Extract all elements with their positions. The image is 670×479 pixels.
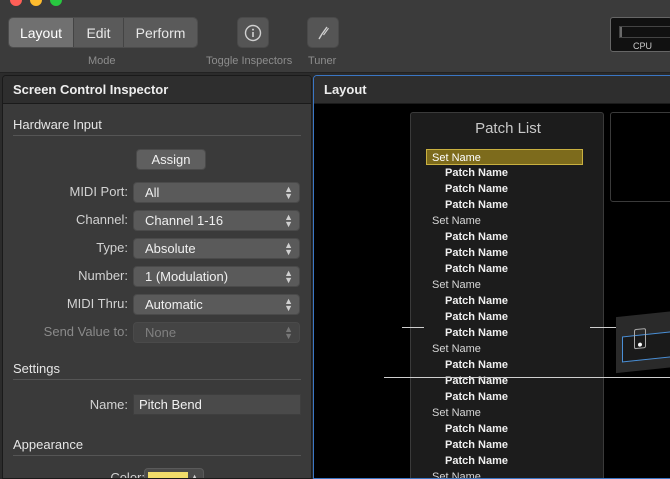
toolbar: Layout Edit Perform Mode Toggle Inspecto…: [0, 0, 670, 73]
guide-line: [384, 377, 670, 378]
patch-name-item[interactable]: Patch Name: [427, 197, 587, 213]
channel-popup[interactable]: Channel 1-16 ▲ ▼: [133, 210, 300, 231]
minimize-window-button[interactable]: [30, 0, 42, 6]
patch-name-item[interactable]: Patch Name: [427, 229, 587, 245]
divider: [13, 135, 301, 136]
tuning-fork-icon: [318, 26, 329, 39]
layout-panel: Layout Patch List Set Name Patch Name Patc…: [313, 75, 670, 479]
patch-name-item[interactable]: Patch Name: [427, 453, 587, 469]
tuner-label: Tuner: [308, 55, 337, 67]
chevron-up-icon: ▲: [190, 472, 199, 479]
zoom-window-button[interactable]: [50, 0, 62, 6]
chevron-updown-icon: ▲ ▼: [284, 268, 293, 285]
patch-list-title: Patch List: [475, 120, 541, 137]
patch-list-widget[interactable]: Patch List Set Name Patch Name Patch Name P…: [410, 112, 604, 478]
color-swatch: [148, 472, 188, 478]
mode-layout-button[interactable]: Layout: [9, 18, 74, 47]
name-label: Name:: [89, 397, 128, 412]
chevron-updown-icon: ▲ ▼: [284, 324, 293, 341]
set-name-item[interactable]: Set Name: [427, 469, 587, 478]
patch-name-item[interactable]: Patch Name: [427, 309, 587, 325]
close-window-button[interactable]: [10, 0, 22, 6]
patch-name-item[interactable]: Patch Name: [427, 357, 587, 373]
chevron-updown-icon: ▲ ▼: [284, 296, 293, 313]
patch-name-item[interactable]: Patch Name: [427, 421, 587, 437]
patch-name-item[interactable]: Patch Name: [427, 373, 587, 389]
type-value: Absolute: [145, 241, 196, 256]
mode-edit-button[interactable]: Edit: [74, 18, 124, 47]
mode-perform-button[interactable]: Perform: [124, 18, 197, 47]
patch-name-item[interactable]: Patch Name: [427, 245, 587, 261]
number-label: Number:: [78, 268, 128, 283]
cpu-bar: [619, 26, 670, 38]
color-label: Color:: [110, 470, 145, 479]
name-input[interactable]: Pitch Bend: [133, 394, 301, 415]
send-value-value: None: [145, 325, 177, 340]
patch-name-item[interactable]: Patch Name: [427, 325, 587, 341]
chevron-updown-icon: ▲ ▼: [284, 184, 293, 201]
send-value-popup[interactable]: None ▲ ▼: [133, 322, 300, 343]
patch-name-item[interactable]: Patch Name: [427, 181, 587, 197]
type-label: Type:: [96, 240, 128, 255]
set-name-item[interactable]: Set Name: [426, 149, 583, 165]
patch-list-items: Set Name Patch Name Patch Name Patch Name Se…: [426, 149, 587, 478]
midi-port-popup[interactable]: All ▲ ▼: [133, 182, 300, 203]
mode-label: Mode: [88, 55, 116, 67]
set-name-item[interactable]: Set Name: [427, 405, 587, 421]
patch-name-item[interactable]: Patch Name: [427, 437, 587, 453]
appearance-heading: Appearance: [13, 437, 84, 452]
midi-thru-label: MIDI Thru:: [66, 296, 128, 311]
slider-control[interactable]: [616, 310, 670, 374]
set-name-item[interactable]: Set Name: [427, 341, 587, 357]
send-value-label: Send Value to:: [43, 324, 128, 339]
empty-widget[interactable]: [610, 112, 670, 202]
info-icon: [244, 24, 262, 41]
slider-frame: [622, 331, 670, 363]
toggle-inspectors-label: Toggle Inspectors: [206, 55, 293, 67]
number-value: 1 (Modulation): [145, 269, 229, 284]
guide-line: [402, 327, 424, 328]
toggle-inspectors-button[interactable]: [237, 17, 269, 48]
set-name-item[interactable]: Set Name: [427, 277, 587, 293]
mode-segmented-control: Layout Edit Perform: [8, 17, 198, 48]
midi-port-label: MIDI Port:: [69, 184, 128, 199]
chevron-updown-icon: ▲ ▼: [284, 212, 293, 229]
hardware-input-heading: Hardware Input: [13, 117, 102, 132]
screen-control-inspector: Screen Control Inspector Hardware Input …: [2, 75, 312, 479]
color-well[interactable]: ▲: [144, 468, 204, 479]
settings-heading: Settings: [13, 361, 60, 376]
number-popup[interactable]: 1 (Modulation) ▲ ▼: [133, 266, 300, 287]
patch-name-item[interactable]: Patch Name: [427, 261, 587, 277]
midi-port-value: All: [145, 185, 160, 200]
midi-thru-value: Automatic: [145, 297, 203, 312]
patch-name-item[interactable]: Patch Name: [427, 389, 587, 405]
cpu-meter[interactable]: CPU: [610, 17, 670, 52]
tuner-button[interactable]: [307, 17, 339, 48]
midi-thru-popup[interactable]: Automatic ▲ ▼: [133, 294, 300, 315]
channel-value: Channel 1-16: [145, 213, 224, 228]
type-popup[interactable]: Absolute ▲ ▼: [133, 238, 300, 259]
patch-name-item[interactable]: Patch Name: [427, 293, 587, 309]
assign-button[interactable]: Assign: [136, 149, 206, 170]
cpu-label: CPU: [633, 41, 653, 51]
set-name-item[interactable]: Set Name: [427, 213, 587, 229]
divider: [13, 379, 301, 380]
patch-name-item[interactable]: Patch Name: [427, 165, 587, 181]
inspector-title: Screen Control Inspector: [3, 76, 311, 104]
layout-title: Layout: [314, 76, 670, 104]
chevron-updown-icon: ▲ ▼: [284, 240, 293, 257]
channel-label: Channel:: [75, 212, 128, 227]
divider: [13, 455, 301, 456]
